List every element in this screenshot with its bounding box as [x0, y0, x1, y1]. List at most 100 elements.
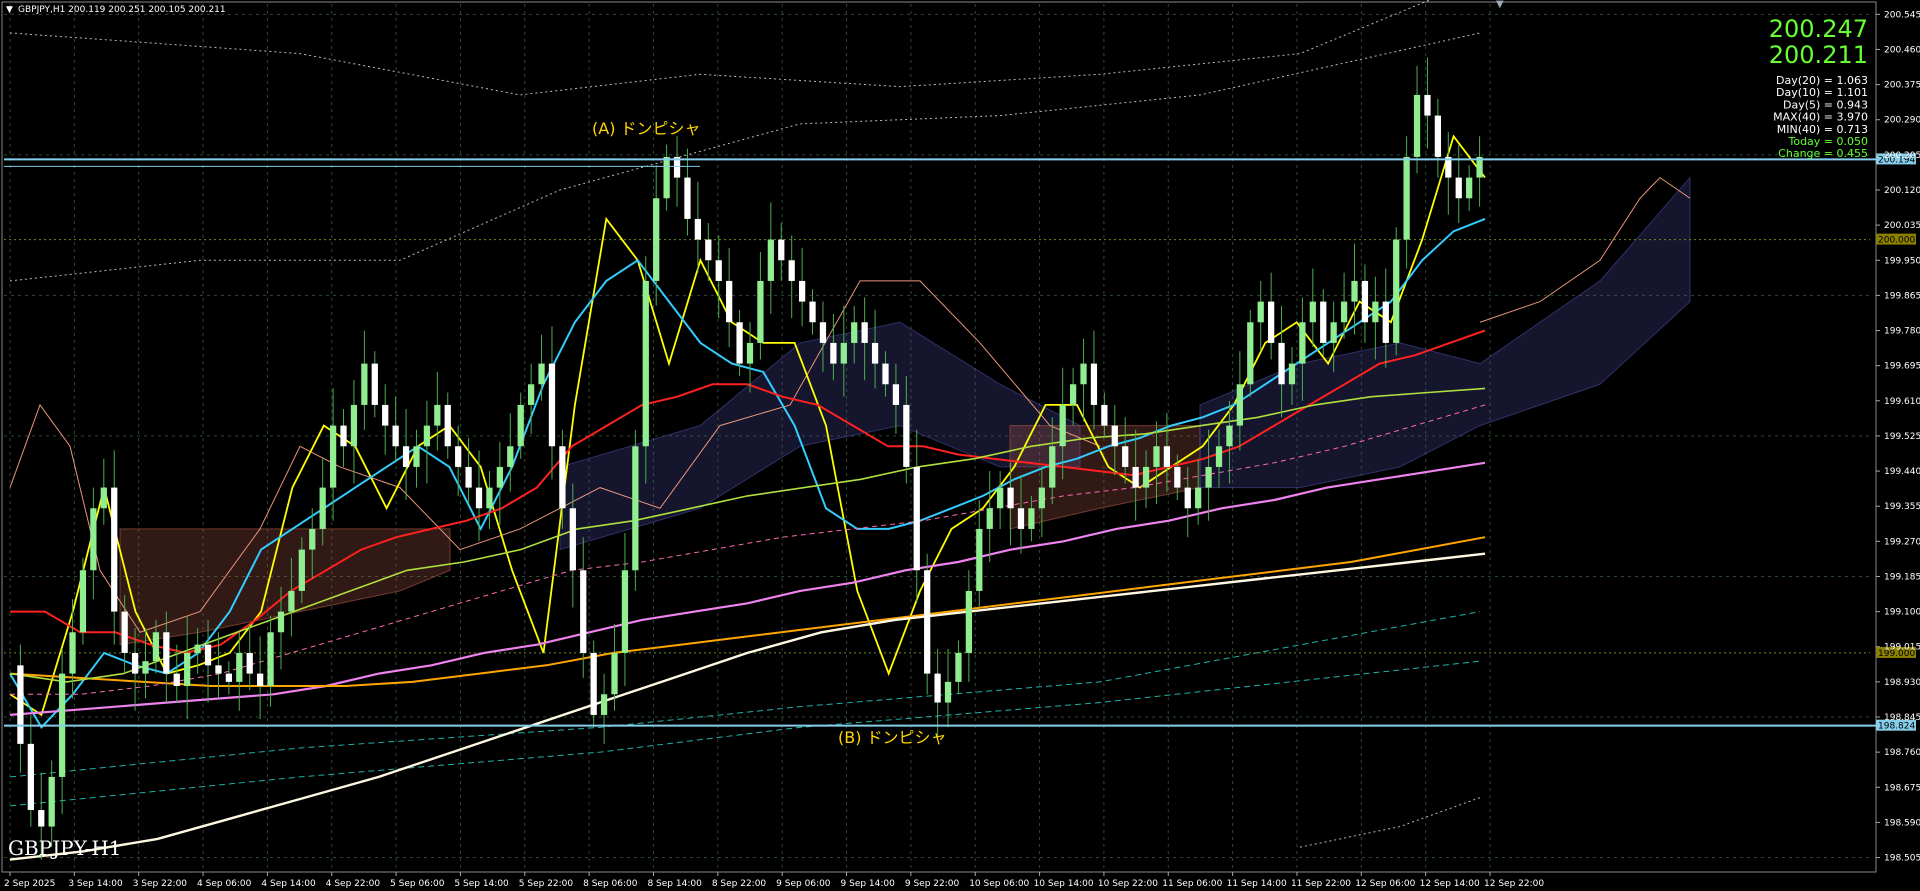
- candle-body: [788, 260, 795, 281]
- candle-body: [757, 280, 764, 343]
- candlestick-chart[interactable]: 200.000199.000 200.194198.824 200.545200…: [0, 0, 1920, 891]
- x-tick-label: 8 Sep 06:00: [583, 879, 638, 889]
- level-tag-label: 200.000: [1878, 236, 1915, 246]
- candle-body: [559, 446, 566, 509]
- candle-body: [361, 363, 368, 405]
- candle-body: [1111, 425, 1118, 447]
- candle-body: [277, 611, 285, 633]
- candle-body: [1038, 487, 1045, 509]
- candle-body: [569, 508, 576, 571]
- candle-body: [475, 487, 483, 509]
- candle-body: [1007, 487, 1014, 509]
- shift-marker-icon[interactable]: ▼: [1496, 0, 1504, 10]
- candle-body: [726, 280, 733, 323]
- candle-body: [1101, 404, 1108, 426]
- candle-body: [819, 322, 827, 343]
- candle-body: [319, 487, 326, 529]
- candle-body: [924, 570, 931, 674]
- info-lines: Day(20) = 1.063Day(10) = 1.101Day(5) = 0…: [1773, 74, 1868, 160]
- y-tick-label: 199.270: [1884, 537, 1920, 547]
- candle-body: [684, 177, 691, 219]
- candle-body: [1205, 466, 1212, 488]
- y-tick-label: 200.460: [1884, 45, 1920, 55]
- candle-body: [1309, 301, 1316, 323]
- info-line: Day(5) = 0.943: [1783, 98, 1868, 111]
- annotation-b: (B) ドンピシャ: [838, 728, 947, 747]
- candle-body: [496, 466, 503, 488]
- info-line: Day(20) = 1.063: [1776, 74, 1868, 87]
- candle-body: [528, 384, 535, 405]
- candle-body: [1424, 94, 1431, 116]
- candle-body: [830, 342, 837, 364]
- candle-body: [1393, 239, 1400, 343]
- candle-body: [1299, 322, 1306, 364]
- candle-body: [131, 652, 139, 674]
- candle-body: [1351, 280, 1358, 302]
- x-tick-label: 3 Sep 14:00: [68, 879, 123, 889]
- candle-body: [1153, 446, 1160, 467]
- x-tick-label: 10 Sep 14:00: [1034, 879, 1094, 889]
- candle-body: [1288, 363, 1296, 385]
- candle-body: [903, 404, 910, 467]
- x-tick-label: 9 Sep 22:00: [905, 879, 960, 889]
- candle-body: [1330, 322, 1337, 343]
- annotation-a: (A) ドンピシャ: [592, 119, 701, 138]
- candle-body: [653, 198, 660, 281]
- candle-body: [423, 425, 431, 447]
- candle-body: [882, 363, 889, 385]
- y-tick-label: 200.375: [1884, 81, 1920, 91]
- candle-body: [1195, 487, 1202, 509]
- info-line: MAX(40) = 3.970: [1773, 111, 1868, 124]
- x-tick-label: 12 Sep 22:00: [1484, 879, 1544, 889]
- candle-body: [798, 280, 806, 302]
- y-tick-label: 199.440: [1884, 467, 1920, 477]
- y-tick-label: 199.780: [1884, 327, 1920, 337]
- x-tick-label: 12 Sep 14:00: [1420, 879, 1480, 889]
- candle-body: [444, 404, 451, 447]
- x-tick-label: 5 Sep 06:00: [390, 879, 445, 889]
- y-tick-label: 200.290: [1884, 116, 1920, 126]
- candle-body: [79, 570, 87, 633]
- candle-body: [1069, 384, 1077, 405]
- candle-body: [38, 810, 45, 827]
- symbol-header: GBPJPY,H1 200.119 200.251 200.105 200.21…: [18, 5, 226, 15]
- chart-window[interactable]: 200.000 199.000 200.194 198.824 200.545 200…: [0, 0, 1920, 891]
- candle-body: [778, 239, 785, 261]
- candle-body: [934, 673, 941, 703]
- candle-body: [965, 590, 972, 653]
- candle-body: [997, 487, 1004, 509]
- candle-body: [215, 665, 222, 674]
- candle-body: [1174, 466, 1181, 488]
- x-tick-label: 5 Sep 14:00: [454, 879, 509, 889]
- candle-body: [163, 632, 170, 674]
- x-tick-label: 3 Sep 22:00: [133, 879, 188, 889]
- candle-body: [1059, 404, 1066, 447]
- candle-body: [371, 363, 378, 405]
- y-tick-label: 198.590: [1884, 818, 1920, 828]
- x-tick-label: 4 Sep 22:00: [326, 879, 381, 889]
- candle-body: [1049, 446, 1056, 488]
- candle-body: [1017, 508, 1025, 529]
- candle-body: [1132, 466, 1139, 488]
- candle-body: [142, 661, 149, 674]
- candle-body: [632, 446, 639, 571]
- x-tick-label: 11 Sep 22:00: [1291, 879, 1351, 889]
- info-line: Change = 0.455: [1778, 147, 1868, 160]
- info-line: Today = 0.050: [1787, 135, 1868, 148]
- candle-body: [1278, 342, 1285, 385]
- candle-body: [715, 260, 722, 281]
- symbol-arrow[interactable]: ▼: [6, 5, 13, 15]
- candle-body: [1257, 301, 1264, 323]
- candle-body: [944, 681, 952, 703]
- x-tick-label: 11 Sep 14:00: [1227, 879, 1287, 889]
- candle-body: [871, 342, 879, 364]
- candle-body: [329, 425, 337, 488]
- candle-body: [663, 156, 670, 199]
- candle-body: [517, 404, 524, 447]
- candle-body: [1455, 177, 1462, 199]
- candle-body: [1215, 446, 1223, 467]
- x-tick-label: 8 Sep 14:00: [647, 879, 702, 889]
- candle-body: [1466, 177, 1473, 199]
- candle-body: [548, 363, 556, 447]
- y-tick-label: 199.355: [1884, 502, 1920, 512]
